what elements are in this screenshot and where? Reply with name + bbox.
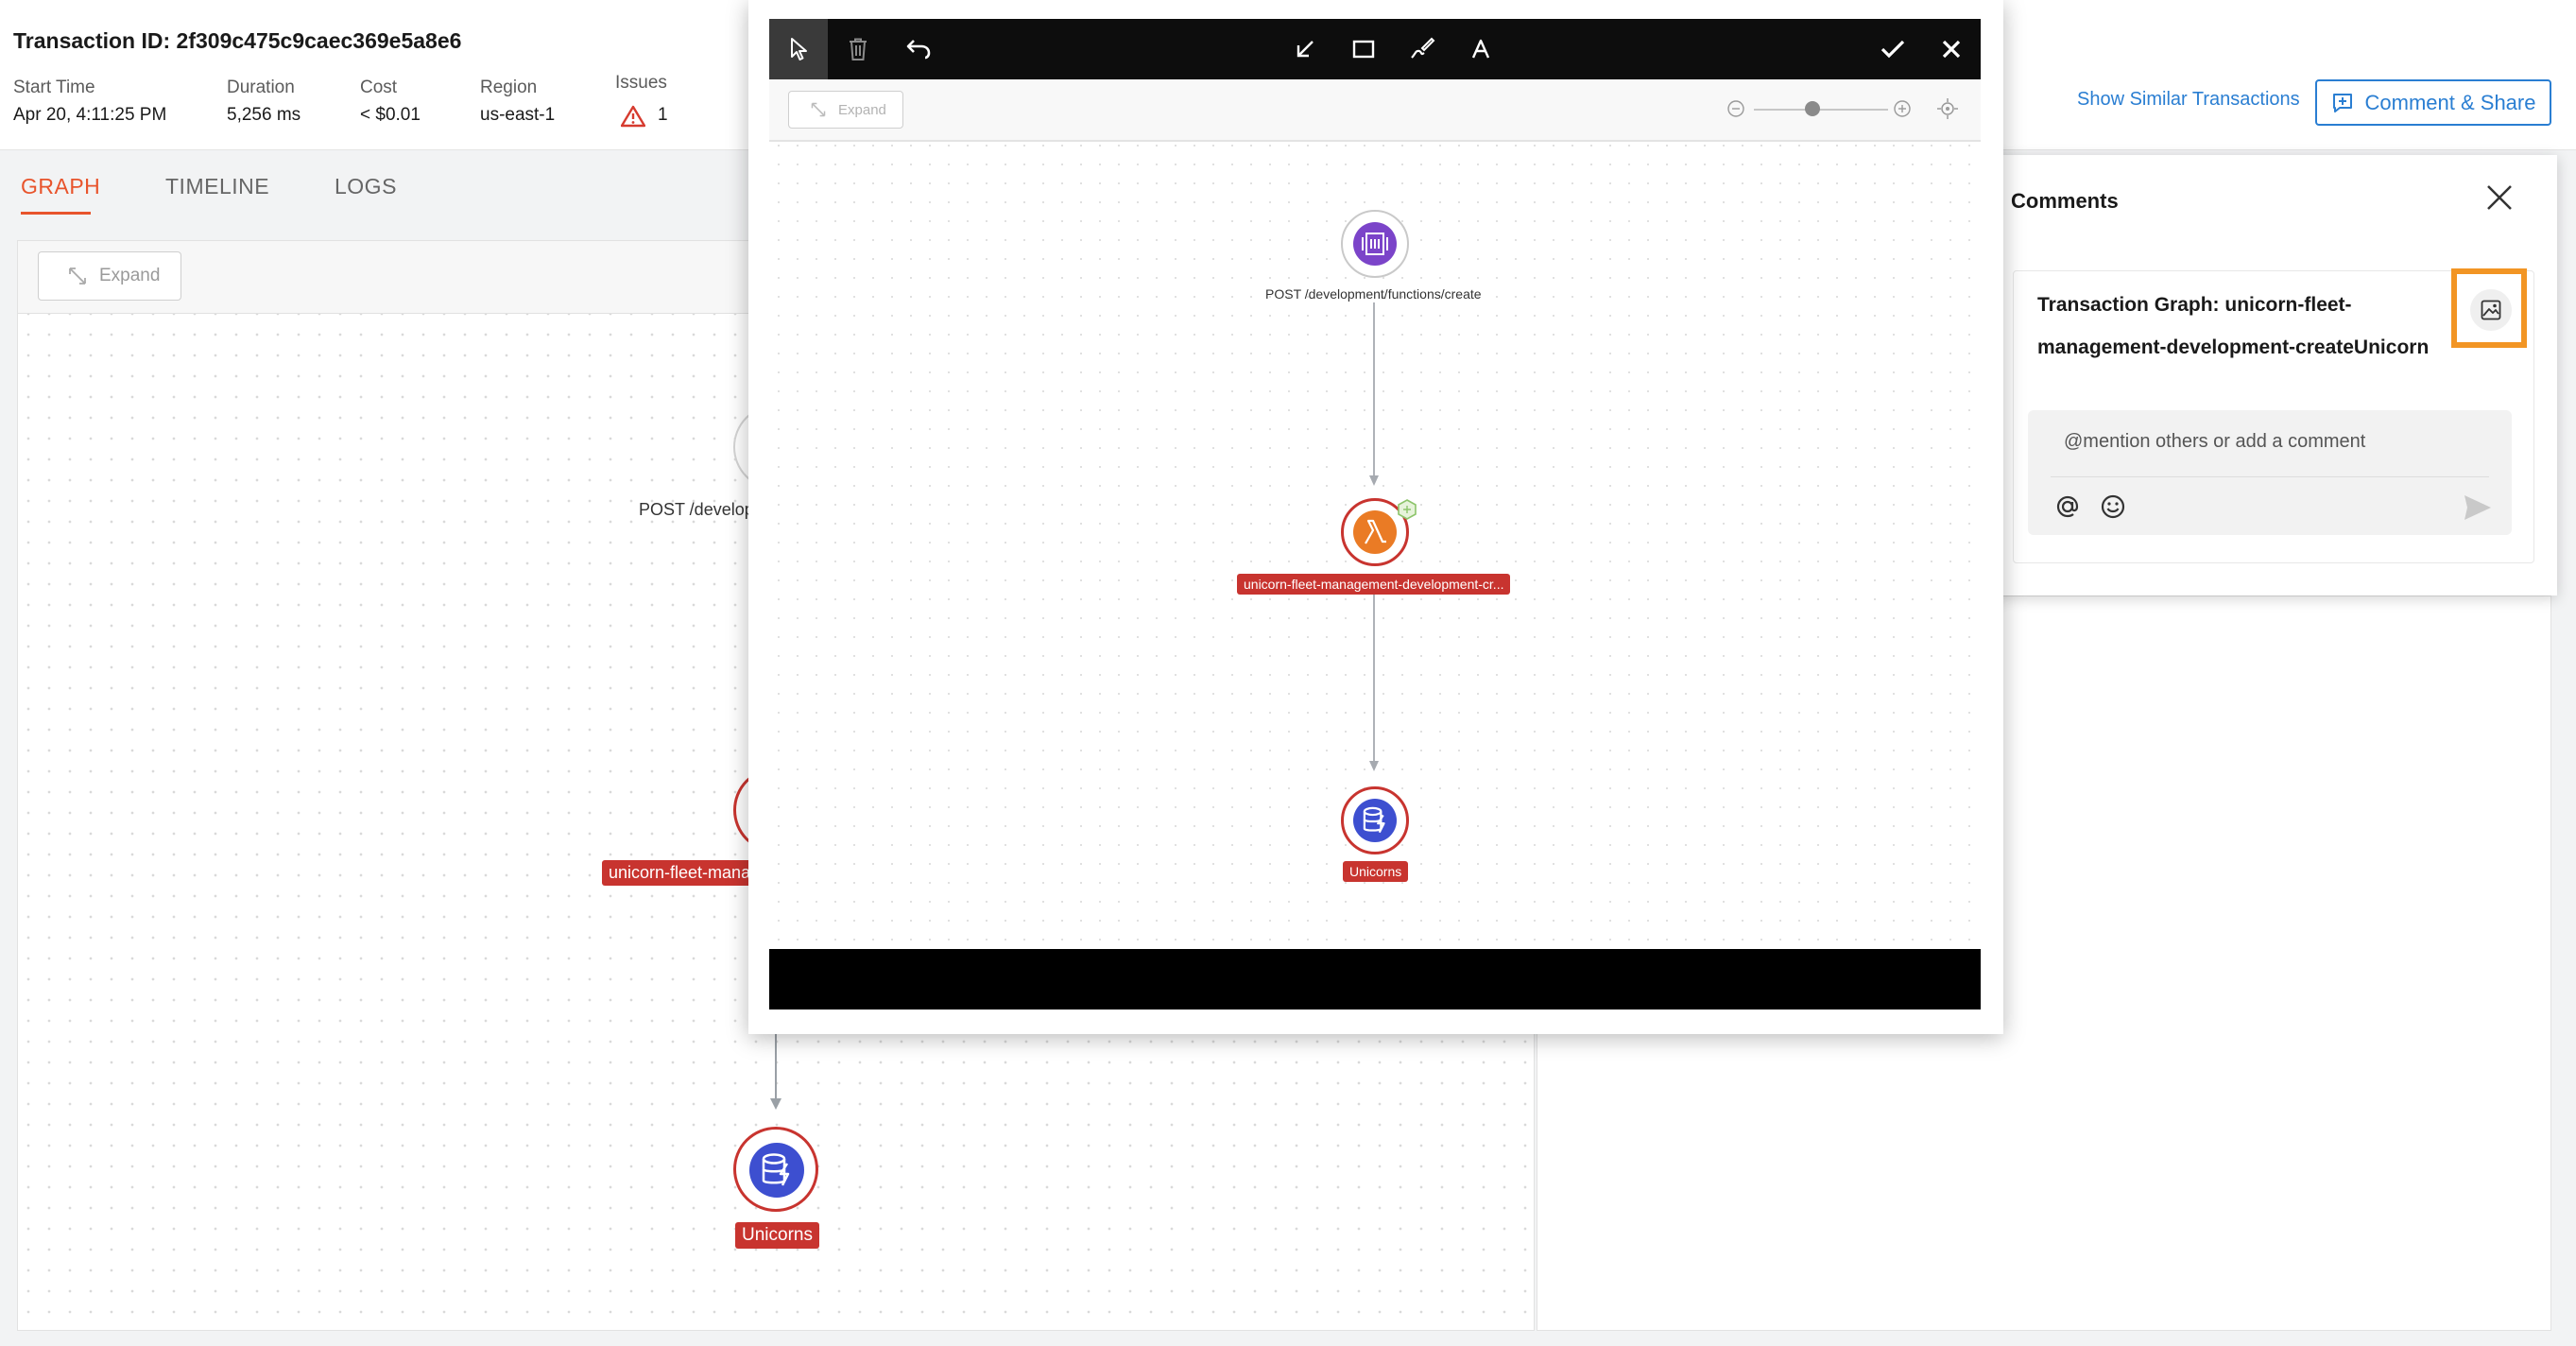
transaction-id: Transaction ID: 2f309c475c9caec369e5a8e6 [13,28,462,53]
image-attachment-button[interactable] [2470,289,2512,331]
active-tab-indicator [21,212,91,215]
check-icon [1880,40,1905,59]
duration-label: Duration [227,78,295,97]
comment-share-button[interactable]: Comment & Share [2315,79,2551,126]
comment-card-title: Transaction Graph: unicorn-fleet-managem… [2037,294,2430,358]
start-time-label: Start Time [13,78,95,97]
modal-db-node[interactable] [1341,786,1409,854]
recenter-icon[interactable] [1936,97,1959,120]
cost-value: < $0.01 [360,105,421,125]
rectangle-tool-icon [1352,40,1375,59]
comment-input[interactable]: @mention others or add a comment [2028,410,2512,535]
zoom-slider-track[interactable] [1754,109,1888,111]
mention-icon[interactable] [2054,493,2081,520]
pen-tool[interactable] [1393,19,1451,79]
close-comments-icon[interactable] [2485,183,2514,212]
issues-value[interactable]: 1 [658,105,668,126]
cancel-button[interactable] [1922,19,1981,79]
modal-api-node[interactable] [1341,210,1409,278]
issues-label: Issues [615,73,667,93]
rectangle-tool[interactable] [1334,19,1393,79]
zoom-in-icon[interactable] [1893,99,1912,118]
comments-title: Comments [2011,189,2119,213]
annotation-footer-bar [769,949,1981,1010]
undo-icon [906,40,931,60]
tab-logs[interactable]: LOGS [335,174,397,199]
modal-edge-api-lambda [1369,302,1379,486]
send-icon[interactable] [2463,493,2493,522]
comment-share-label: Comment & Share [2364,90,2536,114]
zoom-slider-thumb[interactable] [1805,101,1820,116]
modal-db-label: Unicorns [1343,861,1409,882]
lambda-icon [1353,510,1397,554]
emoji-icon[interactable] [2100,493,2126,520]
expand-icon [69,267,86,285]
annotation-toolbar [769,19,1981,79]
warning-icon [621,105,645,128]
modal-api-label: POST /development/functions/create [1265,286,1482,302]
tab-graph[interactable]: GRAPH [21,174,100,199]
annotation-graph-toolbar [769,79,1981,142]
duration-value: 5,256 ms [227,105,301,125]
close-icon [1942,40,1961,59]
select-tool-icon [791,38,807,60]
undo-tool[interactable] [888,19,949,79]
modal-expand-button[interactable]: Expand [788,91,903,129]
arrow-tool[interactable] [1276,19,1334,79]
image-icon [2481,300,2501,320]
dynamodb-icon [1353,799,1397,842]
modal-expand-label: Expand [838,101,886,118]
expand-icon [811,102,826,117]
expand-button[interactable]: Expand [38,251,181,301]
text-tool[interactable] [1451,19,1510,79]
background-lambda-label: unicorn-fleet-mana [602,860,758,886]
zoom-out-icon[interactable] [1726,99,1745,118]
tab-timeline[interactable]: TIMELINE [165,174,269,199]
text-tool-icon [1471,39,1490,59]
comment-placeholder: @mention others or add a comment [2064,431,2366,452]
region-label: Region [480,78,538,97]
background-db-label: Unicorns [735,1222,819,1249]
node-badge-icon [1398,499,1417,520]
delete-tool[interactable] [828,19,888,79]
input-divider [2051,476,2489,477]
background-db-node[interactable] [733,1127,818,1212]
trash-icon [850,38,867,60]
modal-lambda-label: unicorn-fleet-management-development-cr.… [1237,574,1511,595]
background-edge-arrow [770,1030,781,1110]
cost-label: Cost [360,78,398,97]
api-gateway-icon [1353,222,1397,266]
comment-share-icon [2332,93,2352,112]
modal-edge-lambda-db [1369,592,1379,771]
dynamodb-icon [749,1143,804,1198]
expand-label: Expand [99,266,161,285]
region-value: us-east-1 [480,105,556,125]
start-time-value: Apr 20, 4:11:25 PM [13,105,167,125]
show-similar-transactions-link[interactable]: Show Similar Transactions [2077,89,2300,111]
pen-tool-icon [1411,37,1435,59]
background-api-label: POST /develop [639,500,754,519]
select-tool[interactable] [769,19,828,79]
arrow-tool-icon [1297,41,1314,58]
confirm-button[interactable] [1863,19,1922,79]
